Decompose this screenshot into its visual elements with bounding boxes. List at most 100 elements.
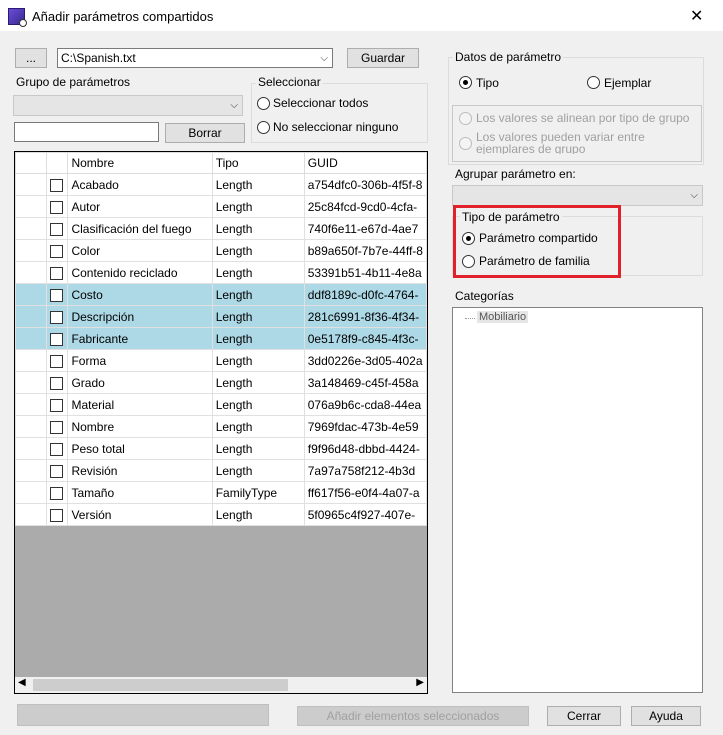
table-row[interactable]: Grado Length 3a148469-c45f-458a: [15, 371, 427, 394]
row-header-cell[interactable]: [15, 305, 47, 328]
select-all-radio[interactable]: [257, 97, 270, 110]
row-type: Length: [211, 283, 305, 306]
row-checkbox-cell[interactable]: [45, 503, 69, 526]
row-checkbox[interactable]: [49, 398, 63, 412]
table-row[interactable]: Material Length 076a9b6c-cda8-44ea: [15, 393, 427, 416]
browse-button[interactable]: ...: [15, 48, 47, 68]
row-guid: 076a9b6c-cda8-44ea: [303, 393, 427, 416]
table-row[interactable]: Fabricante Length 0e5178f9-c845-4f3c-: [15, 327, 427, 350]
row-header-cell[interactable]: [15, 261, 47, 284]
row-header-cell[interactable]: [15, 481, 47, 504]
row-checkbox[interactable]: [49, 222, 63, 236]
help-button[interactable]: Ayuda: [631, 706, 701, 726]
add-selected-button[interactable]: Añadir elementos seleccionados: [297, 706, 529, 726]
table-row[interactable]: Acabado Length a754dfc0-306b-4f5f-8: [15, 173, 427, 196]
name-header[interactable]: Nombre: [67, 152, 213, 174]
table-row[interactable]: Versión Length 5f0965c4f927-407e-: [15, 503, 427, 526]
table-row[interactable]: Peso total Length f9f96d48-dbbd-4424-: [15, 437, 427, 460]
row-checkbox-cell[interactable]: [45, 327, 69, 350]
row-header-cell[interactable]: [15, 437, 47, 460]
row-checkbox[interactable]: [49, 178, 63, 192]
tree-item-mobiliario[interactable]: Mobiliario: [477, 311, 529, 323]
categories-tree[interactable]: Mobiliario: [452, 307, 703, 693]
row-checkbox-cell[interactable]: [45, 217, 69, 240]
horizontal-scrollbar[interactable]: ◀ ▶: [15, 677, 427, 693]
guid-header[interactable]: GUID: [303, 152, 427, 174]
row-checkbox-cell[interactable]: [45, 349, 69, 372]
scroll-right-icon[interactable]: ▶: [416, 677, 424, 688]
row-header-cell[interactable]: [15, 239, 47, 262]
row-name: Forma: [67, 349, 213, 372]
row-checkbox-cell[interactable]: [45, 459, 69, 482]
table-row[interactable]: Clasificación del fuego Length 740f6e11-e6…: [15, 217, 427, 240]
row-checkbox-cell[interactable]: [45, 195, 69, 218]
row-checkbox-cell[interactable]: [45, 481, 69, 504]
title-bar: Añadir parámetros compartidos ✕: [0, 0, 723, 32]
row-header-cell[interactable]: [15, 217, 47, 240]
row-checkbox-cell[interactable]: [45, 437, 69, 460]
delete-button[interactable]: Borrar: [165, 123, 245, 143]
table-row[interactable]: Revisión Length 7a97a758f212-4b3d: [15, 459, 427, 482]
row-checkbox-cell[interactable]: [45, 261, 69, 284]
row-checkbox[interactable]: [49, 442, 63, 456]
instance-radio[interactable]: [587, 76, 600, 89]
row-checkbox-cell[interactable]: [45, 371, 69, 394]
row-header-cell[interactable]: [15, 503, 47, 526]
row-header-cell[interactable]: [15, 393, 47, 416]
row-header-cell[interactable]: [15, 327, 47, 350]
row-checkbox[interactable]: [49, 310, 63, 324]
scroll-left-icon[interactable]: ◀: [18, 677, 26, 688]
instance-radio-label[interactable]: Ejemplar: [604, 76, 651, 90]
group-combo[interactable]: ⌵: [13, 95, 243, 116]
row-header-cell[interactable]: [15, 173, 47, 196]
scrollbar-thumb[interactable]: [33, 679, 288, 691]
row-checkbox-cell[interactable]: [45, 305, 69, 328]
row-header-cell[interactable]: [15, 195, 47, 218]
row-header-cell[interactable]: [15, 283, 47, 306]
type-radio-label[interactable]: Tipo: [476, 76, 499, 90]
table-row[interactable]: Descripción Length 281c6991-8f36-4f34-: [15, 305, 427, 328]
table-row[interactable]: Autor Length 25c84fcd-9cd0-4cfa-: [15, 195, 427, 218]
table-row[interactable]: Color Length b89a650f-7b7e-44ff-8: [15, 239, 427, 262]
row-checkbox[interactable]: [49, 354, 63, 368]
row-checkbox[interactable]: [49, 464, 63, 478]
row-header-cell[interactable]: [15, 415, 47, 438]
row-checkbox[interactable]: [49, 288, 63, 302]
table-row[interactable]: Nombre Length 7969fdac-473b-4e59: [15, 415, 427, 438]
table-row[interactable]: Tamaño FamilyType ff617f56-e0f4-4a07-a: [15, 481, 427, 504]
row-checkbox[interactable]: [49, 508, 63, 522]
row-checkbox-cell[interactable]: [45, 415, 69, 438]
row-checkbox[interactable]: [49, 332, 63, 346]
group-name-input[interactable]: [14, 122, 159, 142]
row-checkbox[interactable]: [49, 486, 63, 500]
row-checkbox[interactable]: [49, 420, 63, 434]
highlight-box: [453, 205, 621, 278]
file-path-combo[interactable]: C:\Spanish.txt ⌵: [57, 48, 333, 68]
close-icon[interactable]: ✕: [690, 6, 703, 26]
row-checkbox[interactable]: [49, 376, 63, 390]
save-button[interactable]: Guardar: [347, 48, 419, 68]
select-none-radio[interactable]: [257, 121, 270, 134]
row-guid: 53391b51-4b11-4e8a: [303, 261, 427, 284]
row-checkbox[interactable]: [49, 266, 63, 280]
select-none-label[interactable]: No seleccionar ninguno: [273, 120, 398, 134]
row-checkbox[interactable]: [49, 200, 63, 214]
table-row[interactable]: Contenido reciclado Length 53391b51-4b11-4…: [15, 261, 427, 284]
row-header-cell[interactable]: [15, 459, 47, 482]
type-radio[interactable]: [459, 76, 472, 89]
table-row[interactable]: Costo Length ddf8189c-d0fc-4764-: [15, 283, 427, 306]
parameter-grid[interactable]: Nombre Tipo GUID Acabado Length a754dfc0-3…: [14, 151, 428, 694]
group-under-combo[interactable]: ⌵: [452, 185, 703, 206]
type-header[interactable]: Tipo: [211, 152, 305, 174]
close-button[interactable]: Cerrar: [547, 706, 621, 726]
row-checkbox-cell[interactable]: [45, 173, 69, 196]
row-header-cell[interactable]: [15, 349, 47, 372]
select-all-label[interactable]: Seleccionar todos: [273, 96, 368, 110]
row-checkbox-cell[interactable]: [45, 283, 69, 306]
table-row[interactable]: Forma Length 3dd0226e-3d05-402a: [15, 349, 427, 372]
row-checkbox[interactable]: [49, 244, 63, 258]
row-checkbox-cell[interactable]: [45, 239, 69, 262]
row-header-cell[interactable]: [15, 371, 47, 394]
row-checkbox-cell[interactable]: [45, 393, 69, 416]
row-name: Material: [67, 393, 213, 416]
